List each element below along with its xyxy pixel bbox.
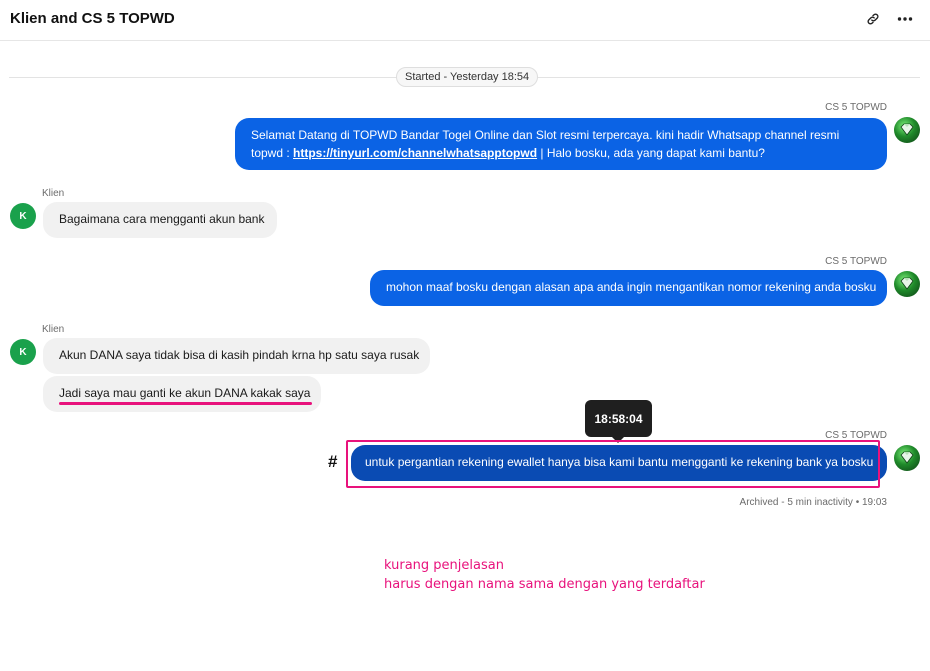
hash-marker: #	[328, 452, 338, 471]
sender-name: Klien	[42, 324, 65, 335]
diamond-logo-icon	[900, 123, 914, 136]
more-horizontal-icon	[897, 17, 913, 21]
message-bubble-incoming[interactable]: Jadi saya mau ganti ke akun DANA kakak s…	[43, 376, 321, 412]
annotation-note: kurang penjelasan	[384, 558, 504, 573]
more-options-button[interactable]	[894, 8, 916, 30]
agent-avatar	[894, 445, 920, 471]
avatar-letter: K	[19, 210, 27, 222]
message-text: Bagaimana cara mengganti akun bank	[59, 212, 265, 226]
sender-name: Klien	[42, 188, 65, 199]
conversation-header: Klien and CS 5 TOPWD	[0, 0, 930, 41]
message-text: Jadi saya mau ganti ke akun DANA kakak s…	[59, 386, 311, 400]
annotation-note: harus dengan nama sama dengan yang terda…	[384, 577, 705, 592]
message-bubble-incoming[interactable]: Bagaimana cara mengganti akun bank	[43, 202, 277, 238]
message-text: | Halo bosku, ada yang dapat kami bantu?	[537, 146, 765, 160]
conversation-started-label: Started - Yesterday 18:54	[396, 67, 539, 87]
archived-status: Archived - 5 min inactivity • 19:03	[739, 497, 887, 508]
sender-name: CS 5 TOPWD	[825, 256, 887, 267]
copy-link-button[interactable]	[862, 8, 884, 30]
avatar-letter: K	[19, 346, 27, 358]
sender-name: CS 5 TOPWD	[825, 102, 887, 113]
message-link[interactable]: https://tinyurl.com/channelwhatsapptopwd	[293, 146, 537, 160]
diamond-logo-icon	[900, 451, 914, 464]
client-avatar: K	[10, 203, 36, 229]
highlight-box	[346, 440, 880, 488]
tooltip-time: 18:58:04	[594, 411, 643, 426]
agent-avatar	[894, 117, 920, 143]
agent-avatar	[894, 271, 920, 297]
message-text: Akun DANA saya tidak bisa di kasih pinda…	[59, 348, 420, 362]
message-bubble-outgoing[interactable]: mohon maaf bosku dengan alasan apa anda …	[370, 270, 887, 306]
message-bubble-incoming[interactable]: Akun DANA saya tidak bisa di kasih pinda…	[43, 338, 430, 374]
diamond-logo-icon	[900, 277, 914, 290]
message-text: mohon maaf bosku dengan alasan apa anda …	[386, 280, 877, 294]
client-avatar: K	[10, 339, 36, 365]
highlight-underline	[59, 402, 312, 405]
timestamp-tooltip: 18:58:04	[585, 400, 652, 437]
message-bubble-outgoing[interactable]: Selamat Datang di TOPWD Bandar Togel Onl…	[235, 118, 887, 170]
conversation-title: Klien and CS 5 TOPWD	[10, 10, 175, 27]
link-icon	[867, 13, 879, 25]
